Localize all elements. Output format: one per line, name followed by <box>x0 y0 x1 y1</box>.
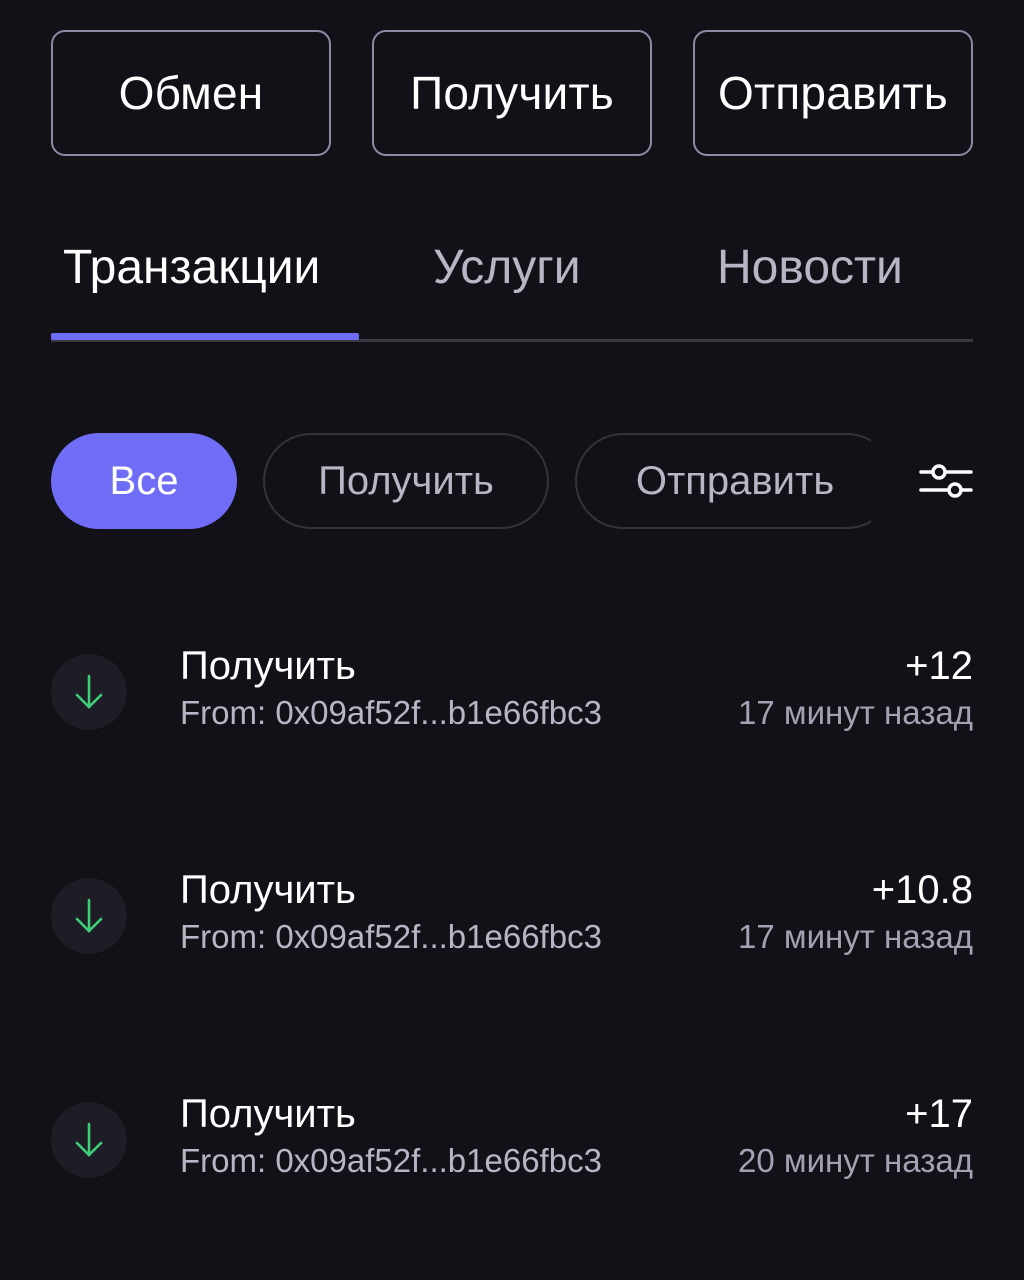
transaction-details: From: 0x09af52f...b1e66fbc3 17 минут наз… <box>180 694 973 732</box>
transaction-title: Получить <box>180 1092 356 1136</box>
transaction-details: From: 0x09af52f...b1e66fbc3 17 минут наз… <box>180 918 973 956</box>
transaction-sender: From: 0x09af52f...b1e66fbc3 <box>180 1142 602 1179</box>
filter-chip-all[interactable]: Все <box>51 433 237 529</box>
arrow-down-icon <box>75 898 103 933</box>
arrow-down-icon <box>75 1122 103 1157</box>
transaction-filters: Все Получить Отправить <box>51 433 973 529</box>
receive-icon-badge <box>51 1102 127 1178</box>
tab-bar: Транзакции Услуги Новости <box>51 232 973 342</box>
transaction-time: 17 минут назад <box>738 918 973 955</box>
transaction-row[interactable]: Получить +17 From: 0x09af52f...b1e66fbc3… <box>51 1092 973 1198</box>
wallet-screen: Обмен Получить Отправить Транзакции Услу… <box>0 0 1024 1280</box>
receive-icon-badge <box>51 878 127 954</box>
transaction-row[interactable]: Получить +10.8 From: 0x09af52f...b1e66fb… <box>51 868 973 974</box>
transaction-amount: +12 <box>905 644 973 688</box>
receive-button[interactable]: Получить <box>372 30 652 156</box>
transaction-sender: From: 0x09af52f...b1e66fbc3 <box>180 918 602 955</box>
tab-transactions[interactable]: Транзакции <box>63 240 320 295</box>
filter-chip-scroller[interactable]: Все Получить Отправить <box>51 433 871 529</box>
action-buttons: Обмен Получить Отправить <box>51 30 973 156</box>
filter-chip-receive[interactable]: Получить <box>263 433 549 529</box>
transaction-time: 17 минут назад <box>738 694 973 731</box>
transaction-details: From: 0x09af52f...b1e66fbc3 20 минут наз… <box>180 1142 973 1180</box>
transaction-sender: From: 0x09af52f...b1e66fbc3 <box>180 694 602 731</box>
transaction-title: Получить <box>180 644 356 688</box>
active-tab-indicator <box>51 333 359 340</box>
filter-chip-send[interactable]: Отправить <box>575 433 871 529</box>
transaction-amount: +17 <box>905 1092 973 1136</box>
send-button[interactable]: Отправить <box>693 30 973 156</box>
sliders-icon[interactable] <box>919 461 973 501</box>
tab-news[interactable]: Новости <box>717 240 903 295</box>
receive-icon-badge <box>51 654 127 730</box>
transaction-time: 20 минут назад <box>738 1142 973 1179</box>
tab-services[interactable]: Услуги <box>433 240 581 295</box>
swap-button[interactable]: Обмен <box>51 30 331 156</box>
arrow-down-icon <box>75 674 103 709</box>
transaction-amount: +10.8 <box>871 868 973 912</box>
transaction-title: Получить <box>180 868 356 912</box>
transaction-row[interactable]: Получить +12 From: 0x09af52f...b1e66fbc3… <box>51 644 973 750</box>
